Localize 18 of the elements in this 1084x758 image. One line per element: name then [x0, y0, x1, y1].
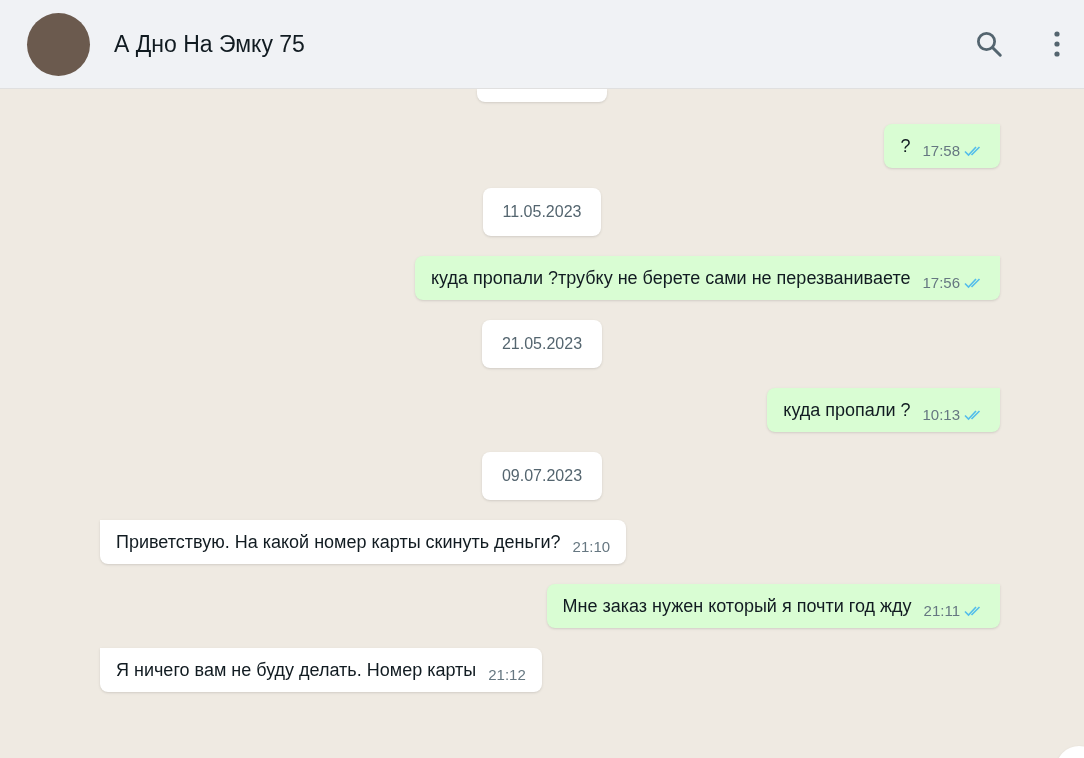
message-text: Приветствую. На какой номер карты скинуть деньги?: [116, 531, 561, 554]
message-time: 17:58: [922, 140, 960, 161]
message-text: ?: [900, 135, 911, 158]
message-time: 17:56: [922, 272, 960, 293]
message-text: куда пропали ?: [783, 399, 911, 422]
message-text: Мне заказ нужен который я почти год жду: [562, 595, 912, 618]
date-chip: 21.05.2023: [481, 320, 603, 368]
menu-icon[interactable]: [1054, 31, 1060, 57]
message-time: 21:12: [488, 664, 526, 685]
message-text: куда пропали ?трубку не берете сами не перезваниваете: [430, 267, 911, 290]
message-time: 10:13: [922, 404, 960, 425]
contact-name[interactable]: А Дно На Эмку 75: [114, 26, 305, 62]
message-time: 21:10: [572, 536, 611, 557]
search-icon[interactable]: [974, 29, 1004, 59]
message-text: Я ничего вам не буду делать. Номер карты: [116, 659, 477, 682]
date-chip: 11.05.2023: [482, 188, 602, 236]
message-time: 21:11: [923, 600, 960, 621]
date-chip: 09.07.2023: [481, 452, 603, 500]
